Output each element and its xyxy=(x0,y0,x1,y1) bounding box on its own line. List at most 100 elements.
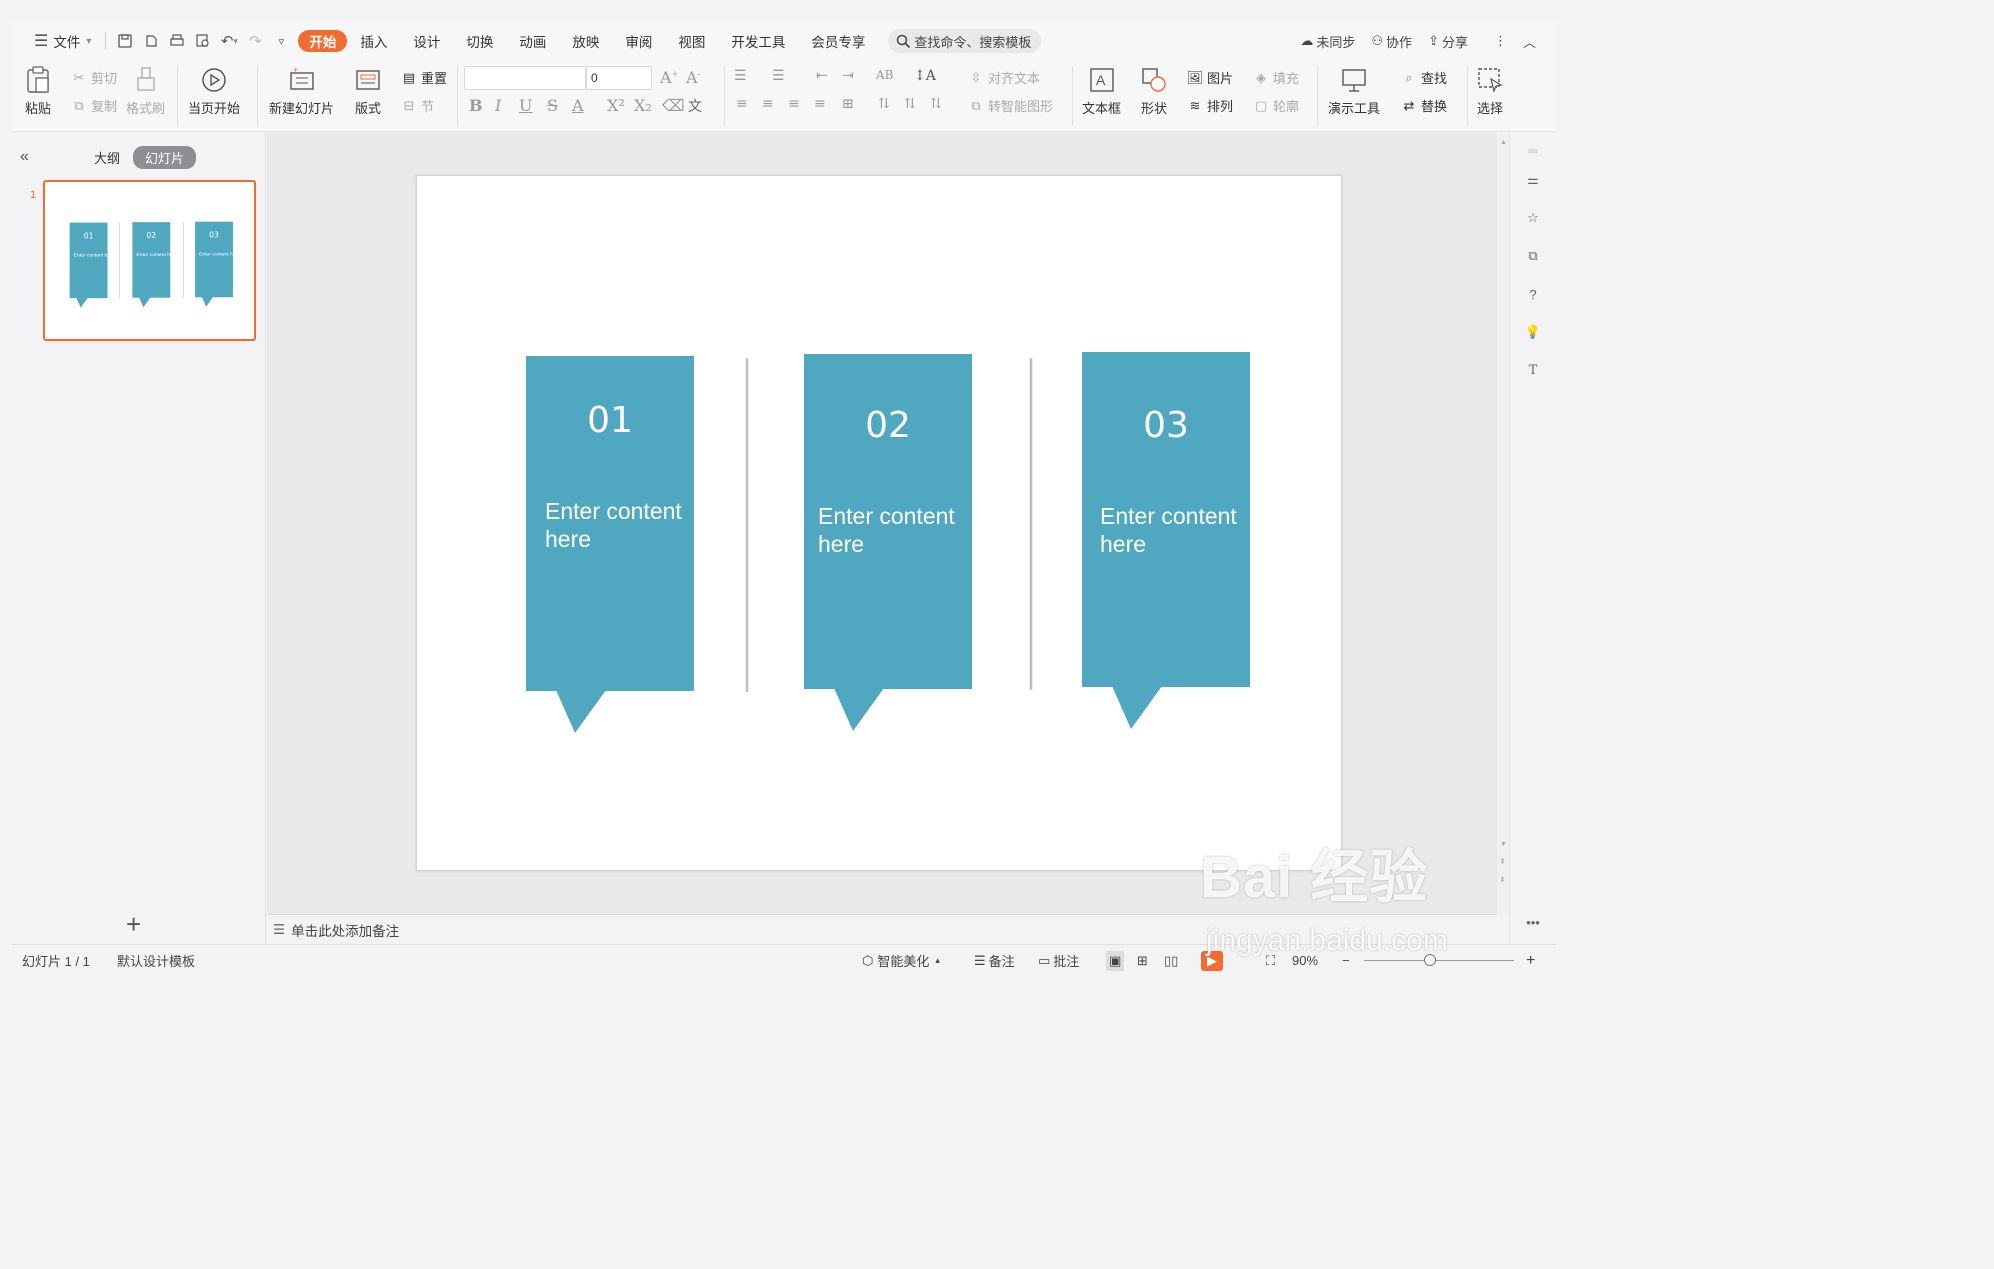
align-left-icon[interactable]: ≡ xyxy=(736,96,748,112)
subscript-icon[interactable]: X₂ xyxy=(634,96,652,115)
format-painter-button[interactable]: 格式刷 xyxy=(126,66,165,117)
shape-button[interactable]: 形状 xyxy=(1140,66,1168,117)
text-direction-icon[interactable]: AB xyxy=(876,68,893,82)
replace-button[interactable]: ⇄ 替换 xyxy=(1400,96,1447,115)
normal-view-icon[interactable]: ▣ xyxy=(1106,950,1125,971)
undo-icon[interactable]: ↶ ▾ xyxy=(216,28,242,54)
new-slide-button[interactable]: + 新建幻灯片 xyxy=(269,66,334,117)
help-icon[interactable]: ? xyxy=(1520,281,1546,307)
zoom-in-icon[interactable]: + xyxy=(1526,952,1535,970)
reset-button[interactable]: ▤ 重置 xyxy=(400,68,447,87)
vertical-scrollbar[interactable]: ▲ ▼ ⇞ ⇟ xyxy=(1497,133,1509,914)
increase-indent-icon[interactable]: ⇥ xyxy=(842,68,854,84)
picture-button[interactable]: 🖼 图片 xyxy=(1186,68,1233,87)
settings-sliders-icon[interactable]: ⚌ xyxy=(1520,167,1546,193)
smartart-button[interactable]: ⧉ 转智能图形 xyxy=(967,96,1053,115)
save-icon[interactable] xyxy=(112,28,138,54)
card-1-number[interactable]: 01 xyxy=(526,400,694,441)
card-2-number[interactable]: 02 xyxy=(804,405,972,446)
tab-animations[interactable]: 动画 xyxy=(506,28,559,54)
slide-thumbnail[interactable]: 01 Enter content here 02 Enter content here… xyxy=(43,180,256,341)
card-1-text[interactable]: Enter content here xyxy=(545,497,695,553)
italic-icon[interactable]: I xyxy=(495,96,501,115)
tab-design[interactable]: 设计 xyxy=(400,28,453,54)
copy-button[interactable]: ⧉ 复制 xyxy=(70,96,117,115)
layout-button[interactable]: 版式 xyxy=(354,66,382,117)
outline-button[interactable]: ▢ 轮廓 xyxy=(1252,96,1299,115)
numbered-list-icon[interactable]: ☰ xyxy=(772,68,785,84)
cut-button[interactable]: ✂ 剪切 xyxy=(70,68,117,87)
arrange-button[interactable]: ≋ 排列 xyxy=(1186,96,1233,115)
card-3-text[interactable]: Enter content here xyxy=(1100,502,1250,558)
next-slide-icon[interactable]: ⇟ xyxy=(1499,875,1506,884)
notes-toggle[interactable]: ☰ 备注 xyxy=(974,951,1015,970)
print-icon[interactable] xyxy=(164,28,190,54)
file-menu[interactable]: ☰ 文件 ▾ xyxy=(26,28,99,54)
sort-icon[interactable]: ↕A xyxy=(914,68,936,84)
card-2-text[interactable]: Enter content here xyxy=(818,502,968,558)
phonetic-icon[interactable]: 文 xyxy=(688,96,702,116)
command-search[interactable]: 查找命令、搜索模板 xyxy=(888,29,1042,53)
tab-developer[interactable]: 开发工具 xyxy=(718,28,798,54)
sorter-view-icon[interactable]: ⊞ xyxy=(1137,953,1148,969)
beautify-button[interactable]: ⬡ 智能美化 ▴ xyxy=(862,951,940,970)
collapse-ribbon-icon[interactable]: ︿ xyxy=(1517,28,1542,54)
section-button[interactable]: ⊟ 节 xyxy=(400,96,434,115)
slide-canvas[interactable]: 01 Enter content here 02 Enter content h… xyxy=(416,175,1342,871)
paragraph-spacing-icon[interactable]: ⇅ xyxy=(904,96,916,112)
align-text-button[interactable]: ⇳ 对齐文本 xyxy=(967,68,1040,87)
tab-member[interactable]: 会员专享 xyxy=(798,28,878,54)
star-icon[interactable]: ☆ xyxy=(1520,205,1546,231)
bullet-list-icon[interactable]: ☰ xyxy=(734,68,747,84)
strikethrough-icon[interactable]: S xyxy=(547,96,558,115)
align-right-icon[interactable]: ≡ xyxy=(788,96,800,112)
present-tools-button[interactable]: 演示工具 xyxy=(1328,66,1380,117)
collab-button[interactable]: ⚇ 协作 xyxy=(1365,28,1418,54)
print-preview-icon[interactable] xyxy=(190,28,216,54)
superscript-icon[interactable]: X² xyxy=(607,96,625,115)
reading-view-icon[interactable]: ▯▯ xyxy=(1164,953,1178,969)
comments-toggle[interactable]: ▭ 批注 xyxy=(1038,951,1079,970)
sync-status[interactable]: ☁ 未同步 xyxy=(1294,28,1361,54)
quick-access-dropdown-icon[interactable]: ▿ xyxy=(268,28,294,54)
tab-view[interactable]: 视图 xyxy=(665,28,718,54)
textbox-button[interactable]: A 文本框 xyxy=(1082,66,1121,117)
align-center-icon[interactable]: ≡ xyxy=(762,96,774,112)
tab-home[interactable]: 开始 xyxy=(298,30,348,52)
collapse-panel-icon[interactable]: « xyxy=(20,148,29,166)
scroll-down-icon[interactable]: ▼ xyxy=(1500,841,1507,848)
font-family-select[interactable] xyxy=(464,66,586,90)
scroll-up-icon[interactable]: ▲ xyxy=(1500,139,1507,146)
decrease-font-icon[interactable]: A- xyxy=(686,68,700,87)
tab-slides[interactable]: 幻灯片 xyxy=(133,145,197,169)
play-current-button[interactable]: 当页开始 xyxy=(188,66,240,117)
export-icon[interactable] xyxy=(138,28,164,54)
lightbulb-icon[interactable]: 💡 xyxy=(1520,319,1546,345)
justify-icon[interactable]: ≡ xyxy=(814,96,826,112)
select-button[interactable]: 选择 xyxy=(1476,66,1504,117)
paste-button[interactable]: 粘贴 xyxy=(24,66,52,117)
tab-review[interactable]: 审阅 xyxy=(612,28,665,54)
add-slide-button[interactable]: + xyxy=(126,909,141,940)
underline-icon[interactable]: U xyxy=(519,96,532,115)
tab-outline[interactable]: 大纲 xyxy=(94,148,120,167)
distribute-icon[interactable]: ⊞ xyxy=(842,96,854,112)
redo-icon[interactable]: ↷ xyxy=(242,28,268,54)
fill-button[interactable]: ◈ 填充 xyxy=(1252,68,1299,87)
find-button[interactable]: ⌕ 查找 xyxy=(1400,68,1447,87)
increase-font-icon[interactable]: A+ xyxy=(660,68,678,87)
more-vertical-icon[interactable]: ⋮ xyxy=(1488,28,1513,54)
line-spacing-icon[interactable]: ⇅ xyxy=(878,96,890,112)
prev-slide-icon[interactable]: ⇞ xyxy=(1499,857,1506,866)
more-horizontal-icon[interactable]: ••• xyxy=(1520,909,1546,935)
tab-insert[interactable]: 插入 xyxy=(347,28,400,54)
columns-icon[interactable]: ⇅ xyxy=(930,96,942,112)
share-button[interactable]: ⇪ 分享 xyxy=(1422,28,1474,54)
tab-transitions[interactable]: 切换 xyxy=(453,28,506,54)
drag-handle-icon[interactable]: ═ xyxy=(1520,137,1546,163)
template-name[interactable]: 默认设计模板 xyxy=(117,951,195,970)
clear-format-icon[interactable]: ⌫ xyxy=(662,96,685,115)
text-icon[interactable]: T xyxy=(1520,357,1546,383)
card-3-number[interactable]: 03 xyxy=(1082,405,1250,446)
transition-icon[interactable]: ⧉ xyxy=(1520,243,1546,269)
